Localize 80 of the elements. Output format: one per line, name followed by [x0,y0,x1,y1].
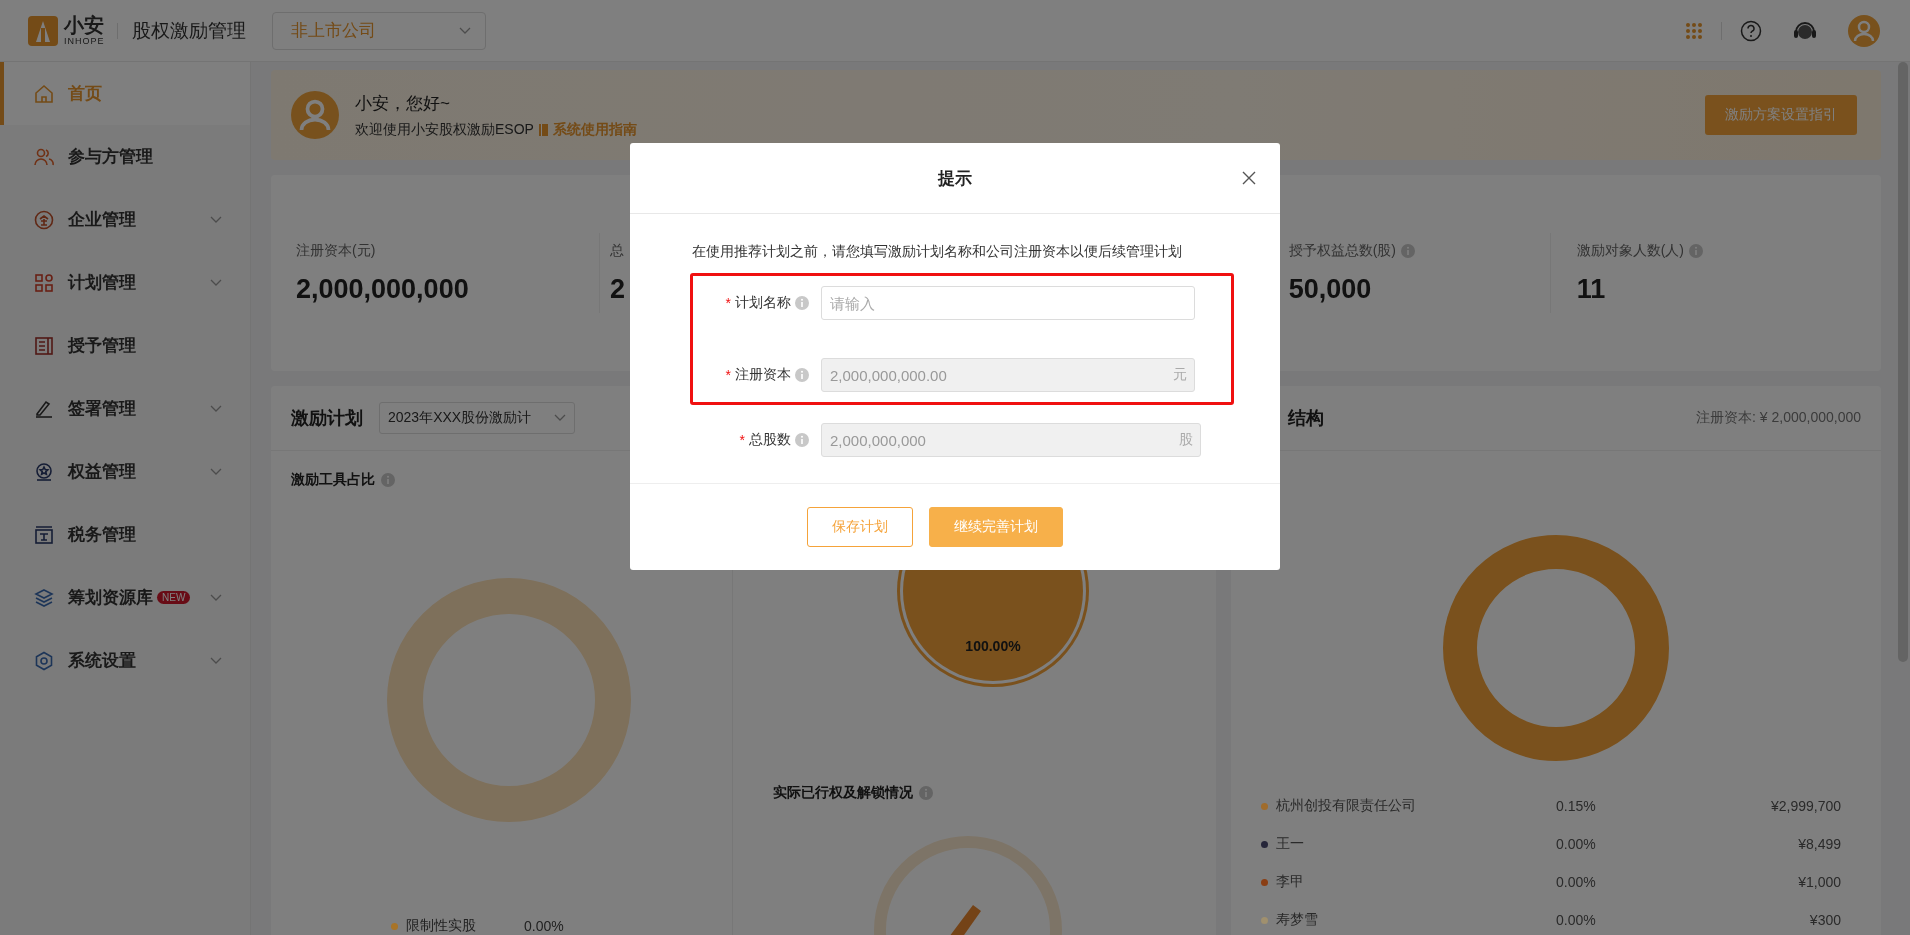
holder-name: 王一 [1276,835,1305,853]
document-icon [34,335,54,356]
stat-label: 授予权益总数(股) [1288,241,1396,260]
sidebar-item[interactable]: 签署管理 [0,377,250,440]
logo-text: 小安 [64,15,105,35]
capital-text: 注册资本: ¥ 2,000,000,000 [1696,409,1861,427]
info-icon[interactable] [919,786,933,800]
info-icon[interactable] [1401,243,1415,258]
field-label: 计划名称 [735,294,791,312]
holder-amount: ¥8,499 [1798,836,1841,852]
holder-amount: ¥300 [1809,912,1841,928]
medal-icon [34,461,54,482]
pen-icon [34,398,54,419]
stat-value: 2,000,000,000 [296,273,469,305]
chevron-down-icon [554,414,566,422]
sidebar-item[interactable]: 参与方管理 [0,125,250,188]
required-mark: * [725,367,731,383]
squares-icon [34,272,54,293]
section-title: 激励工具占比 [291,471,375,489]
book-icon [538,123,548,136]
close-button[interactable] [1240,169,1258,187]
tray-icon [34,524,54,545]
sidebar-item[interactable]: 计划管理 [0,251,250,314]
plan-select[interactable]: 2023年XXX股份激励计 [379,402,575,434]
dialog-title: 提示 [938,167,972,190]
stat-label: 总 [610,241,624,260]
card-title: 激励计划 [291,407,363,430]
secondary-button[interactable]: 保存计划 [807,507,913,547]
hexagon-icon [34,650,54,671]
holder-name: 李甲 [1276,873,1305,891]
avatar-icon [291,91,339,139]
legend-value: 0.00% [524,918,564,934]
holder-share: 0.15% [1556,798,1597,814]
holder-amount: ¥1,000 [1798,874,1841,890]
holder-name: 杭州创投有限责任公司 [1276,797,1417,815]
layers-icon [34,587,54,608]
holder-share: 0.00% [1556,874,1597,890]
home-icon [34,83,54,104]
card-title: 结构 [1288,407,1324,430]
field-label: 注册资本 [735,366,791,384]
sidebar-item[interactable]: 企业管理 [0,188,250,251]
stat-label: 激励对象人数(人) [1576,241,1684,260]
legend-label: 限制性实股 [406,917,476,935]
people-icon [34,146,54,167]
app-title: 股权激励管理 [131,18,246,43]
logo-icon [28,15,58,46]
stat-value: 50,000 [1288,273,1372,305]
sidebar-item[interactable]: 授予管理 [0,314,250,377]
welcome-text: 欢迎使用小安股权激励ESOP [355,120,534,139]
stat-value: 2 [610,273,626,305]
percent-value: 100.00% [965,638,1021,654]
required-mark: * [739,432,745,448]
help-icon[interactable] [1740,19,1762,42]
logo-subtext: INHOPE [64,37,105,46]
field-label: 总股数 [749,431,791,449]
sidebar-item[interactable]: 筹划资源库 NEW [0,566,250,629]
unit-suffix: 股 [1179,431,1193,449]
sidebar-item[interactable]: 权益管理 [0,440,250,503]
dialog-description: 在使用推荐计划之前，请您填写激励计划名称和公司注册资本以便后续管理计划 [692,243,1183,261]
close-icon [1242,171,1256,185]
holder-name: 寿梦雪 [1276,911,1319,929]
info-icon[interactable] [381,473,395,487]
holder-share: 0.00% [1556,912,1597,928]
unit-suffix: 元 [1173,366,1187,384]
greeting-text: 小安，您好~ [355,92,451,115]
info-icon[interactable] [1689,243,1703,258]
sidebar-item[interactable]: 系统设置 [0,629,250,692]
stat-label: 注册资本(元) [296,241,376,260]
avatar-icon[interactable] [1848,14,1880,47]
stat-value: 11 [1576,273,1606,305]
coin-circle-icon [34,209,54,230]
new-badge: NEW [157,591,191,604]
holder-share: 0.00% [1556,836,1597,852]
holder-amount: ¥2,999,700 [1770,798,1841,814]
required-mark: * [725,295,731,311]
scrollbar[interactable] [1898,62,1908,662]
apps-grid-icon[interactable] [1685,21,1703,40]
section-title: 实际已行权及解锁情况 [773,784,913,802]
sidebar-item[interactable]: 税务管理 [0,503,250,566]
chevron-down-icon [458,26,471,35]
